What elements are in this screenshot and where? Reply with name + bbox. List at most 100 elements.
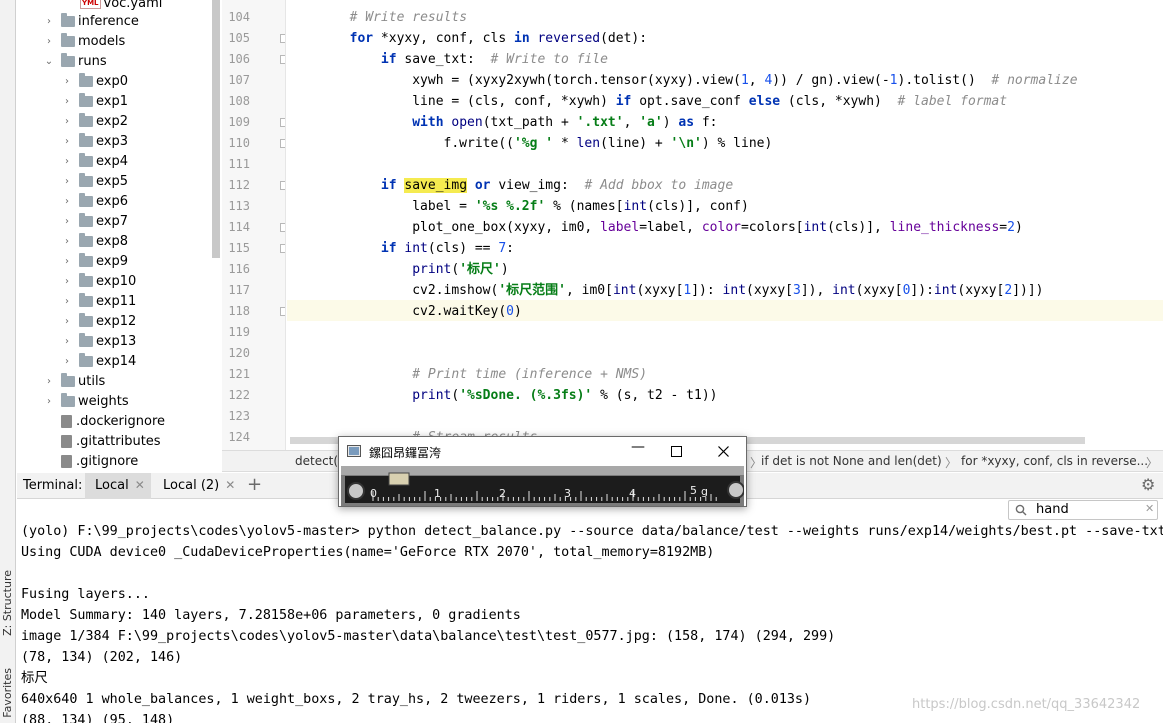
code-line[interactable]: line = (cls, conf, *xywh) if opt.save_co… xyxy=(287,91,1007,112)
code-line[interactable]: if int(cls) == 7: xyxy=(287,238,514,259)
tree-item[interactable]: ⌄ runs xyxy=(43,51,107,71)
chevron-right-icon[interactable]: › xyxy=(61,316,73,327)
chevron-right-icon[interactable]: › xyxy=(61,176,73,187)
fold-marker-icon[interactable] xyxy=(280,244,285,253)
tree-item[interactable]: › exp4 xyxy=(61,151,128,171)
code-line[interactable]: label = '%s %.2f' % (names[int(cls)], co… xyxy=(287,196,749,217)
tree-item[interactable]: › exp9 xyxy=(61,251,128,271)
code-line[interactable]: if save_txt: # Write to file xyxy=(287,49,608,70)
code-line[interactable]: # Print time (inference + NMS) xyxy=(287,364,647,385)
code-line[interactable]: f.write(('%g ' * len(line) + '\n') % lin… xyxy=(287,133,773,154)
breadcrumb-item[interactable]: detect() xyxy=(295,454,343,468)
line-number: 107 xyxy=(228,73,250,87)
fold-marker-icon[interactable] xyxy=(280,139,285,148)
tree-item[interactable]: › inference xyxy=(43,11,139,31)
fold-marker-icon[interactable] xyxy=(280,55,285,64)
minimize-icon[interactable]: — xyxy=(623,439,653,455)
tree-item[interactable]: › exp13 xyxy=(61,331,136,351)
tree-item[interactable]: › exp10 xyxy=(61,271,136,291)
favorites-tool-label[interactable]: Favorites xyxy=(1,668,15,718)
popup-titlebar[interactable]: 鏍囧昂鑼冨洿 — xyxy=(339,437,746,466)
close-icon[interactable]: ✕ xyxy=(135,478,145,492)
code-line[interactable]: with open(txt_path + '.txt', 'a') as f: xyxy=(287,112,717,133)
code-line[interactable]: plot_one_box(xyxy, im0, label=label, col… xyxy=(287,217,1023,238)
terminal-line: Fusing layers... xyxy=(21,587,150,602)
tree-item-label: .gitignore xyxy=(76,453,139,469)
code-line[interactable]: for *xyxy, conf, cls in reversed(det): xyxy=(287,28,647,49)
tree-item[interactable]: › exp8 xyxy=(61,231,128,251)
fold-marker-icon[interactable] xyxy=(280,307,285,316)
line-number: 106 xyxy=(228,52,250,66)
code-line[interactable]: xywh = (xyxy2xywh(torch.tensor(xyxy).vie… xyxy=(287,70,1077,91)
chevron-right-icon[interactable]: › xyxy=(43,376,55,387)
tree-item[interactable]: › weights xyxy=(43,391,129,411)
tree-item[interactable]: › exp0 xyxy=(61,71,128,91)
code-line[interactable]: print('%sDone. (%.3fs)' % (s, t2 - t1)) xyxy=(287,385,717,406)
chevron-right-icon[interactable]: › xyxy=(43,36,55,47)
breadcrumb-item[interactable]: for *xyxy, conf, cls in reverse... xyxy=(961,454,1148,468)
chevron-right-icon[interactable]: › xyxy=(61,276,73,287)
chevron-right-icon[interactable]: › xyxy=(61,256,73,267)
chevron-right-icon[interactable]: › xyxy=(61,156,73,167)
close-icon[interactable] xyxy=(718,446,729,457)
chevron-right-icon[interactable]: › xyxy=(43,396,55,407)
code-line[interactable]: cv2.waitKey(0) xyxy=(287,301,522,322)
tree-item[interactable]: › exp12 xyxy=(61,311,136,331)
tree-item[interactable]: .dockerignore xyxy=(43,411,165,431)
fold-marker-icon[interactable] xyxy=(280,223,285,232)
chevron-right-icon[interactable]: › xyxy=(61,336,73,347)
terminal-output[interactable]: (yolo) F:\99_projects\codes\yolov5-maste… xyxy=(17,500,1163,723)
fold-marker-icon[interactable] xyxy=(280,118,285,127)
chevron-right-icon[interactable]: › xyxy=(61,76,73,87)
chevron-right-icon[interactable]: › xyxy=(61,196,73,207)
image-preview-window[interactable]: 鏍囧昂鑼冨洿 — 0 1 2 3 4 5 g xyxy=(338,436,747,507)
folder-icon xyxy=(79,92,93,107)
fold-marker-icon[interactable] xyxy=(280,181,285,190)
tree-item[interactable]: › exp1 xyxy=(61,91,128,111)
add-tab-icon[interactable]: + xyxy=(247,474,262,495)
tree-item[interactable]: › exp2 xyxy=(61,111,128,131)
close-icon[interactable]: ✕ xyxy=(1145,502,1154,515)
tree-item[interactable]: › utils xyxy=(43,371,105,391)
code-line[interactable]: # Write results xyxy=(287,7,467,28)
chevron-down-icon[interactable]: ⌄ xyxy=(43,56,55,67)
chevron-right-icon[interactable]: › xyxy=(61,236,73,247)
chevron-right-icon[interactable]: › xyxy=(61,296,73,307)
tree-item-label: inference xyxy=(78,13,139,29)
chevron-right-icon[interactable]: › xyxy=(61,216,73,227)
code-editor[interactable]: # Write results for *xyxy, conf, cls in … xyxy=(287,0,1163,450)
line-number: 116 xyxy=(228,262,250,276)
code-line[interactable]: if save_img or view_img: # Add bbox to i… xyxy=(287,175,733,196)
tree-item[interactable]: › exp7 xyxy=(61,211,128,231)
terminal-line: 标尺 xyxy=(21,671,48,686)
folder-icon xyxy=(61,12,75,27)
chevron-right-icon[interactable]: › xyxy=(61,136,73,147)
tree-item[interactable]: › exp5 xyxy=(61,171,128,191)
tree-item[interactable]: › exp11 xyxy=(61,291,136,311)
tree-item[interactable]: › exp14 xyxy=(61,351,136,371)
tree-item[interactable]: › exp3 xyxy=(61,131,128,151)
breadcrumb-item[interactable]: if det is not None and len(det) xyxy=(761,454,942,468)
tree-item[interactable]: › models xyxy=(43,31,125,51)
gear-icon[interactable]: ⚙ xyxy=(1141,475,1155,494)
structure-tool-label[interactable]: Z: Structure xyxy=(1,570,15,636)
code-line[interactable]: print('标尺') xyxy=(287,259,508,280)
chevron-right-icon[interactable]: › xyxy=(61,356,73,367)
code-line[interactable]: cv2.imshow('标尺范围', im0[int(xyxy[1]): int… xyxy=(287,280,1043,301)
tree-item[interactable]: .gitattributes xyxy=(43,431,161,451)
maximize-icon[interactable] xyxy=(671,446,682,457)
chevron-right-icon[interactable]: › xyxy=(43,16,55,27)
tab-local[interactable]: Local ✕ xyxy=(85,473,151,499)
tree-item[interactable]: › exp6 xyxy=(61,191,128,211)
tab-local-2[interactable]: Local (2) ✕ xyxy=(155,473,245,499)
tree-item[interactable]: .gitignore xyxy=(43,451,138,471)
chevron-right-icon[interactable]: › xyxy=(61,96,73,107)
tree-scrollbar[interactable] xyxy=(212,0,220,258)
tree-item-label: exp2 xyxy=(96,113,128,129)
terminal-search-box[interactable]: hand ✕ xyxy=(1008,500,1158,520)
line-number: 104 xyxy=(228,10,250,24)
tree-item-label: exp8 xyxy=(96,233,128,249)
chevron-right-icon[interactable]: › xyxy=(61,116,73,127)
close-icon[interactable]: ✕ xyxy=(225,478,235,492)
fold-marker-icon[interactable] xyxy=(280,34,285,43)
